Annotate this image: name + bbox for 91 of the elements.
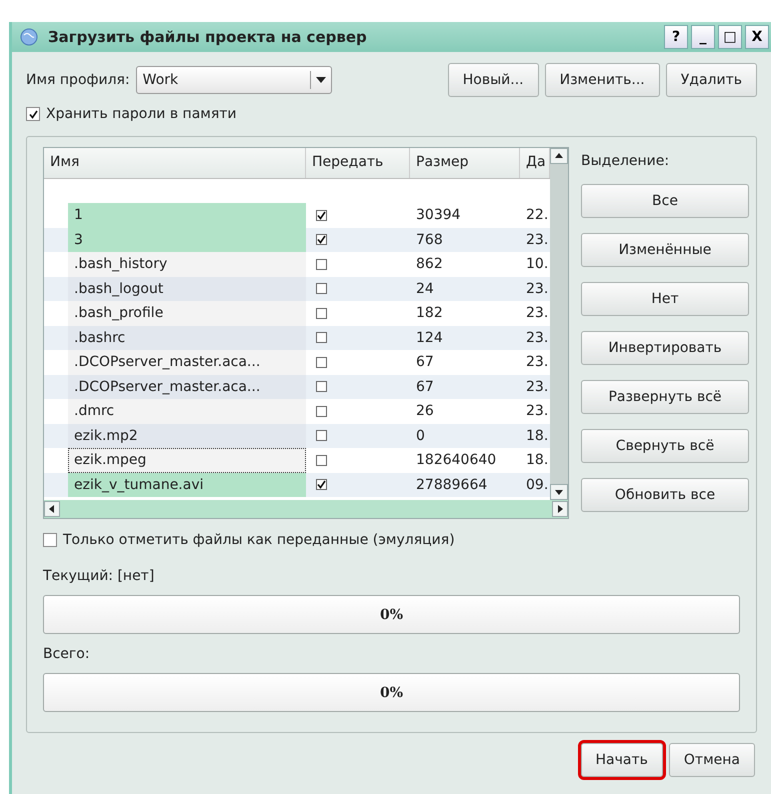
file-name-cell[interactable]: .bash_logout xyxy=(68,276,306,301)
transfer-checkbox[interactable] xyxy=(316,234,327,246)
transfer-checkbox[interactable] xyxy=(316,356,327,368)
progress-label: Текущий: [нет] xyxy=(43,568,156,586)
file-name-cell[interactable]: .DCOPserver_master.aca... xyxy=(68,350,306,374)
date-cell-text: 23. xyxy=(525,328,550,348)
transfer-checkbox[interactable] xyxy=(316,406,327,417)
file-name-cell[interactable]: ezik_v_tumane.avi xyxy=(68,472,306,497)
size-cell-text: 67 xyxy=(415,378,435,397)
file-name-cell[interactable]: ezik.mp2 xyxy=(68,424,306,448)
checkmark-icon xyxy=(317,235,326,244)
size-cell-text: 862 xyxy=(415,255,444,274)
profile-dropdown[interactable]: Work xyxy=(136,66,332,94)
size-cell-text: 67 xyxy=(415,353,435,372)
selection-button[interactable]: Изменённые xyxy=(581,233,749,267)
file-name-cell[interactable]: .bash_profile xyxy=(68,301,306,326)
size-cell-text: 768 xyxy=(415,230,444,250)
window-control-button[interactable]: X xyxy=(745,25,769,49)
size-cell-text: 26 xyxy=(415,402,435,422)
column-header[interactable]: Передать xyxy=(306,148,410,178)
checkbox[interactable] xyxy=(43,533,57,548)
transfer-checkbox[interactable] xyxy=(316,283,327,294)
cancel-button[interactable]: Отмена xyxy=(668,743,755,777)
transfer-checkbox[interactable] xyxy=(316,258,327,270)
arrow-icon xyxy=(556,505,564,513)
transfer-checkbox[interactable] xyxy=(316,332,327,344)
profile-label: Имя профиля: xyxy=(26,72,130,88)
caret-icon xyxy=(316,77,326,83)
profile-button[interactable]: Новый... xyxy=(448,63,539,97)
globe-icon xyxy=(20,28,38,46)
size-cell-text: 182640640 xyxy=(415,451,498,470)
arrow-icon xyxy=(555,488,563,496)
file-name-cell[interactable]: .DCOPserver_master.aca... xyxy=(68,374,306,399)
checkmark-icon xyxy=(317,480,326,490)
selection-label: Выделение: xyxy=(581,153,670,169)
profile-button[interactable]: Удалить xyxy=(666,63,757,97)
transfer-checkbox[interactable] xyxy=(316,308,327,319)
progress-bar: 0% xyxy=(43,673,740,712)
checkbox-label: Только отметить файлы как переданные (эмуляция) xyxy=(63,532,455,548)
date-cell-text: 23. xyxy=(525,353,550,372)
size-cell-text: 182 xyxy=(415,304,444,324)
transfer-checkbox[interactable] xyxy=(316,454,327,466)
selection-button[interactable]: Развернуть всё xyxy=(581,380,749,414)
progress-bar: 0% xyxy=(43,595,740,634)
file-name-cell[interactable]: .bashrc xyxy=(68,326,306,350)
window-control-button[interactable]: ? xyxy=(664,25,688,49)
size-cell-text: 27889664 xyxy=(415,476,488,495)
size-cell-text: 24 xyxy=(415,280,435,299)
window-control-button[interactable]: _ xyxy=(691,25,715,49)
checkmark-icon xyxy=(28,110,38,118)
checkbox[interactable] xyxy=(26,107,40,121)
size-cell-text: 124 xyxy=(415,328,444,348)
date-cell-text: 10. xyxy=(525,255,550,274)
arrow-icon xyxy=(48,505,56,513)
window-title: Загрузить файлы проекта на сервер xyxy=(48,28,368,46)
date-cell-text: 23. xyxy=(525,280,550,299)
column-header[interactable]: Имя xyxy=(44,148,306,178)
file-name-cell[interactable]: 1 xyxy=(68,203,306,228)
file-name-cell[interactable]: ezik.mpeg xyxy=(68,448,306,472)
transfer-checkbox[interactable] xyxy=(316,479,327,490)
date-cell-text: 09. xyxy=(525,476,550,495)
file-name-cell[interactable]: .bash_history xyxy=(68,252,306,276)
column-header[interactable]: Размер xyxy=(410,148,520,178)
progress-label: Всего: xyxy=(43,646,91,664)
transfer-checkbox[interactable] xyxy=(316,210,327,221)
size-cell-text: 30394 xyxy=(415,206,462,226)
selection-button[interactable]: Все xyxy=(581,184,749,218)
date-cell-text: 22. xyxy=(525,206,550,226)
selection-button[interactable]: Обновить все xyxy=(581,478,749,512)
horizontal-scrollbar[interactable] xyxy=(44,500,568,518)
arrow-icon xyxy=(555,152,563,160)
date-cell-text: 18. xyxy=(525,451,550,470)
vertical-scrollbar[interactable] xyxy=(550,148,568,500)
profile-button[interactable]: Изменить... xyxy=(544,63,660,97)
checkbox-label: Хранить пароли в памяти xyxy=(46,106,237,122)
window-control-button[interactable]: □ xyxy=(718,25,742,49)
file-name-cell[interactable]: .dmrc xyxy=(68,399,306,424)
selection-button[interactable]: Инвертировать xyxy=(581,331,749,365)
size-cell-text: 0 xyxy=(415,426,426,446)
date-cell-text: 18. xyxy=(525,426,550,446)
selection-button[interactable]: Нет xyxy=(581,282,749,316)
date-cell-text: 23. xyxy=(525,402,550,422)
checkmark-icon xyxy=(317,210,326,220)
file-name-cell[interactable]: 3 xyxy=(68,228,306,252)
transfer-checkbox[interactable] xyxy=(316,381,327,392)
date-cell-text: 23. xyxy=(525,304,550,324)
start-button[interactable]: Начать xyxy=(580,743,663,777)
selection-button[interactable]: Свернуть всё xyxy=(581,429,749,463)
date-cell-text: 23. xyxy=(525,230,550,250)
date-cell-text: 23. xyxy=(525,378,550,397)
transfer-checkbox[interactable] xyxy=(316,430,327,442)
